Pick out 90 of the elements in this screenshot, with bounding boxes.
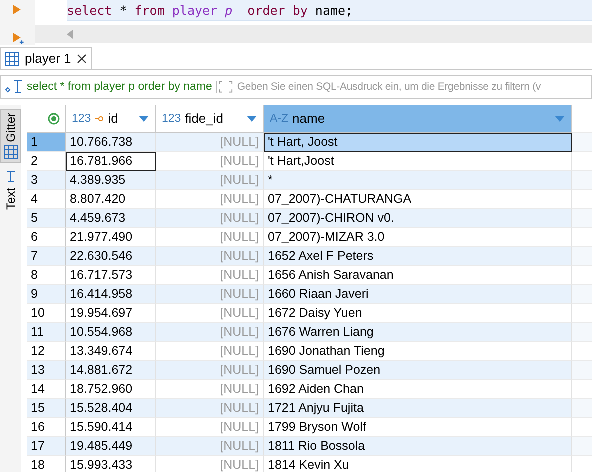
table-cell: [NULL] (156, 361, 264, 380)
table-cell: 1721 Anjyu Fujita (264, 399, 572, 418)
table-cell: [NULL] (156, 380, 264, 399)
row-number[interactable]: 10 (27, 304, 66, 323)
row-number[interactable]: 5 (27, 209, 66, 228)
table-cell: 15.590.414 (66, 418, 156, 437)
dropdown-icon[interactable] (139, 116, 149, 122)
dropdown-icon[interactable] (247, 116, 257, 122)
table-cell: 07_2007)-MIZAR 3.0 (264, 228, 572, 247)
row-number[interactable]: 12 (27, 342, 66, 361)
grid-icon (4, 145, 18, 160)
row-number[interactable]: 7 (27, 247, 66, 266)
query-text: select * from player p order by name (25, 81, 218, 93)
table-cell: 't Hart, Joost (264, 133, 572, 152)
table-cell: 1799 Bryson Wolf (264, 418, 572, 437)
table-cell: 1652 Axel F Peters (264, 247, 572, 266)
table-cell: 1656 Anish Saravanan (264, 266, 572, 285)
table-cell: [NULL] (156, 399, 264, 418)
column-header[interactable]: 123 id (66, 105, 156, 133)
table-cell: 15.528.404 (66, 399, 156, 418)
result-tab[interactable]: player 1 (0, 47, 92, 69)
table-cell: [NULL] (156, 171, 264, 190)
table-cell: [NULL] (156, 190, 264, 209)
filter-field[interactable]: select * from player p order by name Geben Sie einen SQL-Ausdruck ein, um die Ergebnisse zu filtern (v (0, 75, 592, 99)
table-cell: [NULL] (156, 247, 264, 266)
target-icon[interactable] (48, 112, 60, 124)
table-cell: 07_2007)-CHATURANGA (264, 190, 572, 209)
table-cell: 07_2007)-CHIRON v0. (264, 209, 572, 228)
table-cell: * (264, 171, 572, 190)
table-cell: [NULL] (156, 323, 264, 342)
row-number[interactable]: 8 (27, 266, 66, 285)
table-cell: [NULL] (156, 342, 264, 361)
table-cell: 21.977.490 (66, 228, 156, 247)
grid-icon (5, 52, 19, 66)
table-cell: 14.881.672 (66, 361, 156, 380)
table-cell: 16.717.573 (66, 266, 156, 285)
table-cell: 13.349.674 (66, 342, 156, 361)
table-cell: [NULL] (156, 152, 264, 171)
run-icon[interactable] (12, 4, 24, 18)
row-number[interactable]: 3 (27, 171, 66, 190)
row-number[interactable]: 14 (27, 380, 66, 399)
table-cell: 19.954.697 (66, 304, 156, 323)
table-cell: 10.554.968 (66, 323, 156, 342)
table-cell: 't Hart,Joost (264, 152, 572, 171)
table-cell: [NULL] (156, 304, 264, 323)
column-header[interactable]: 123 fide_id (156, 105, 264, 133)
row-number[interactable]: 4 (27, 190, 66, 209)
table-cell: [NULL] (156, 437, 264, 456)
table-cell: [NULL] (156, 285, 264, 304)
scroll-left-icon[interactable] (67, 30, 73, 38)
table-cell: 22.630.546 (66, 247, 156, 266)
run-new-icon[interactable] (12, 32, 24, 45)
dropdown-icon[interactable] (555, 116, 565, 122)
table-cell: 8.807.420 (66, 190, 156, 209)
row-number[interactable]: 1 (27, 133, 66, 152)
table-cell: 4.389.935 (66, 171, 156, 190)
text-cursor-icon (4, 171, 16, 186)
side-tab[interactable]: Text (0, 167, 21, 214)
table-cell: 1676 Warren Liang (264, 323, 572, 342)
table-cell: 1660 Riaan Javeri (264, 285, 572, 304)
table-cell: 1811 Rio Bossola (264, 437, 572, 456)
table-cell: 10.766.738 (66, 133, 156, 152)
side-tab[interactable]: Gitter (0, 109, 21, 164)
table-cell: 1690 Jonathan Tieng (264, 342, 572, 361)
table-cell: 1692 Aiden Chan (264, 380, 572, 399)
row-number[interactable]: 11 (27, 323, 66, 342)
row-number[interactable]: 9 (27, 285, 66, 304)
table-cell: 1672 Daisy Yuen (264, 304, 572, 323)
table-cell: 19.485.449 (66, 437, 156, 456)
sql-code-line: select * from player p order by name; (67, 2, 354, 18)
table-cell: 18.752.960 (66, 380, 156, 399)
row-number[interactable]: 15 (27, 399, 66, 418)
table-cell: [NULL] (156, 209, 264, 228)
row-number[interactable]: 17 (27, 437, 66, 456)
row-number[interactable]: 13 (27, 361, 66, 380)
table-cell: [NULL] (156, 228, 264, 247)
table-cell: 16.781.966 (66, 152, 156, 171)
row-number[interactable]: 6 (27, 228, 66, 247)
table-cell: [NULL] (156, 133, 264, 152)
table-cell: [NULL] (156, 266, 264, 285)
table-cell: 4.459.673 (66, 209, 156, 228)
column-header[interactable]: A-Z name (264, 105, 572, 133)
expand-icon[interactable] (219, 80, 234, 94)
row-number[interactable]: 16 (27, 418, 66, 437)
table-cell: 16.414.958 (66, 285, 156, 304)
text-cursor-icon (5, 80, 23, 94)
close-icon[interactable] (77, 54, 88, 64)
table-cell: 1690 Samuel Pozen (264, 361, 572, 380)
table-cell: [NULL] (156, 418, 264, 437)
row-number[interactable]: 2 (27, 152, 66, 171)
